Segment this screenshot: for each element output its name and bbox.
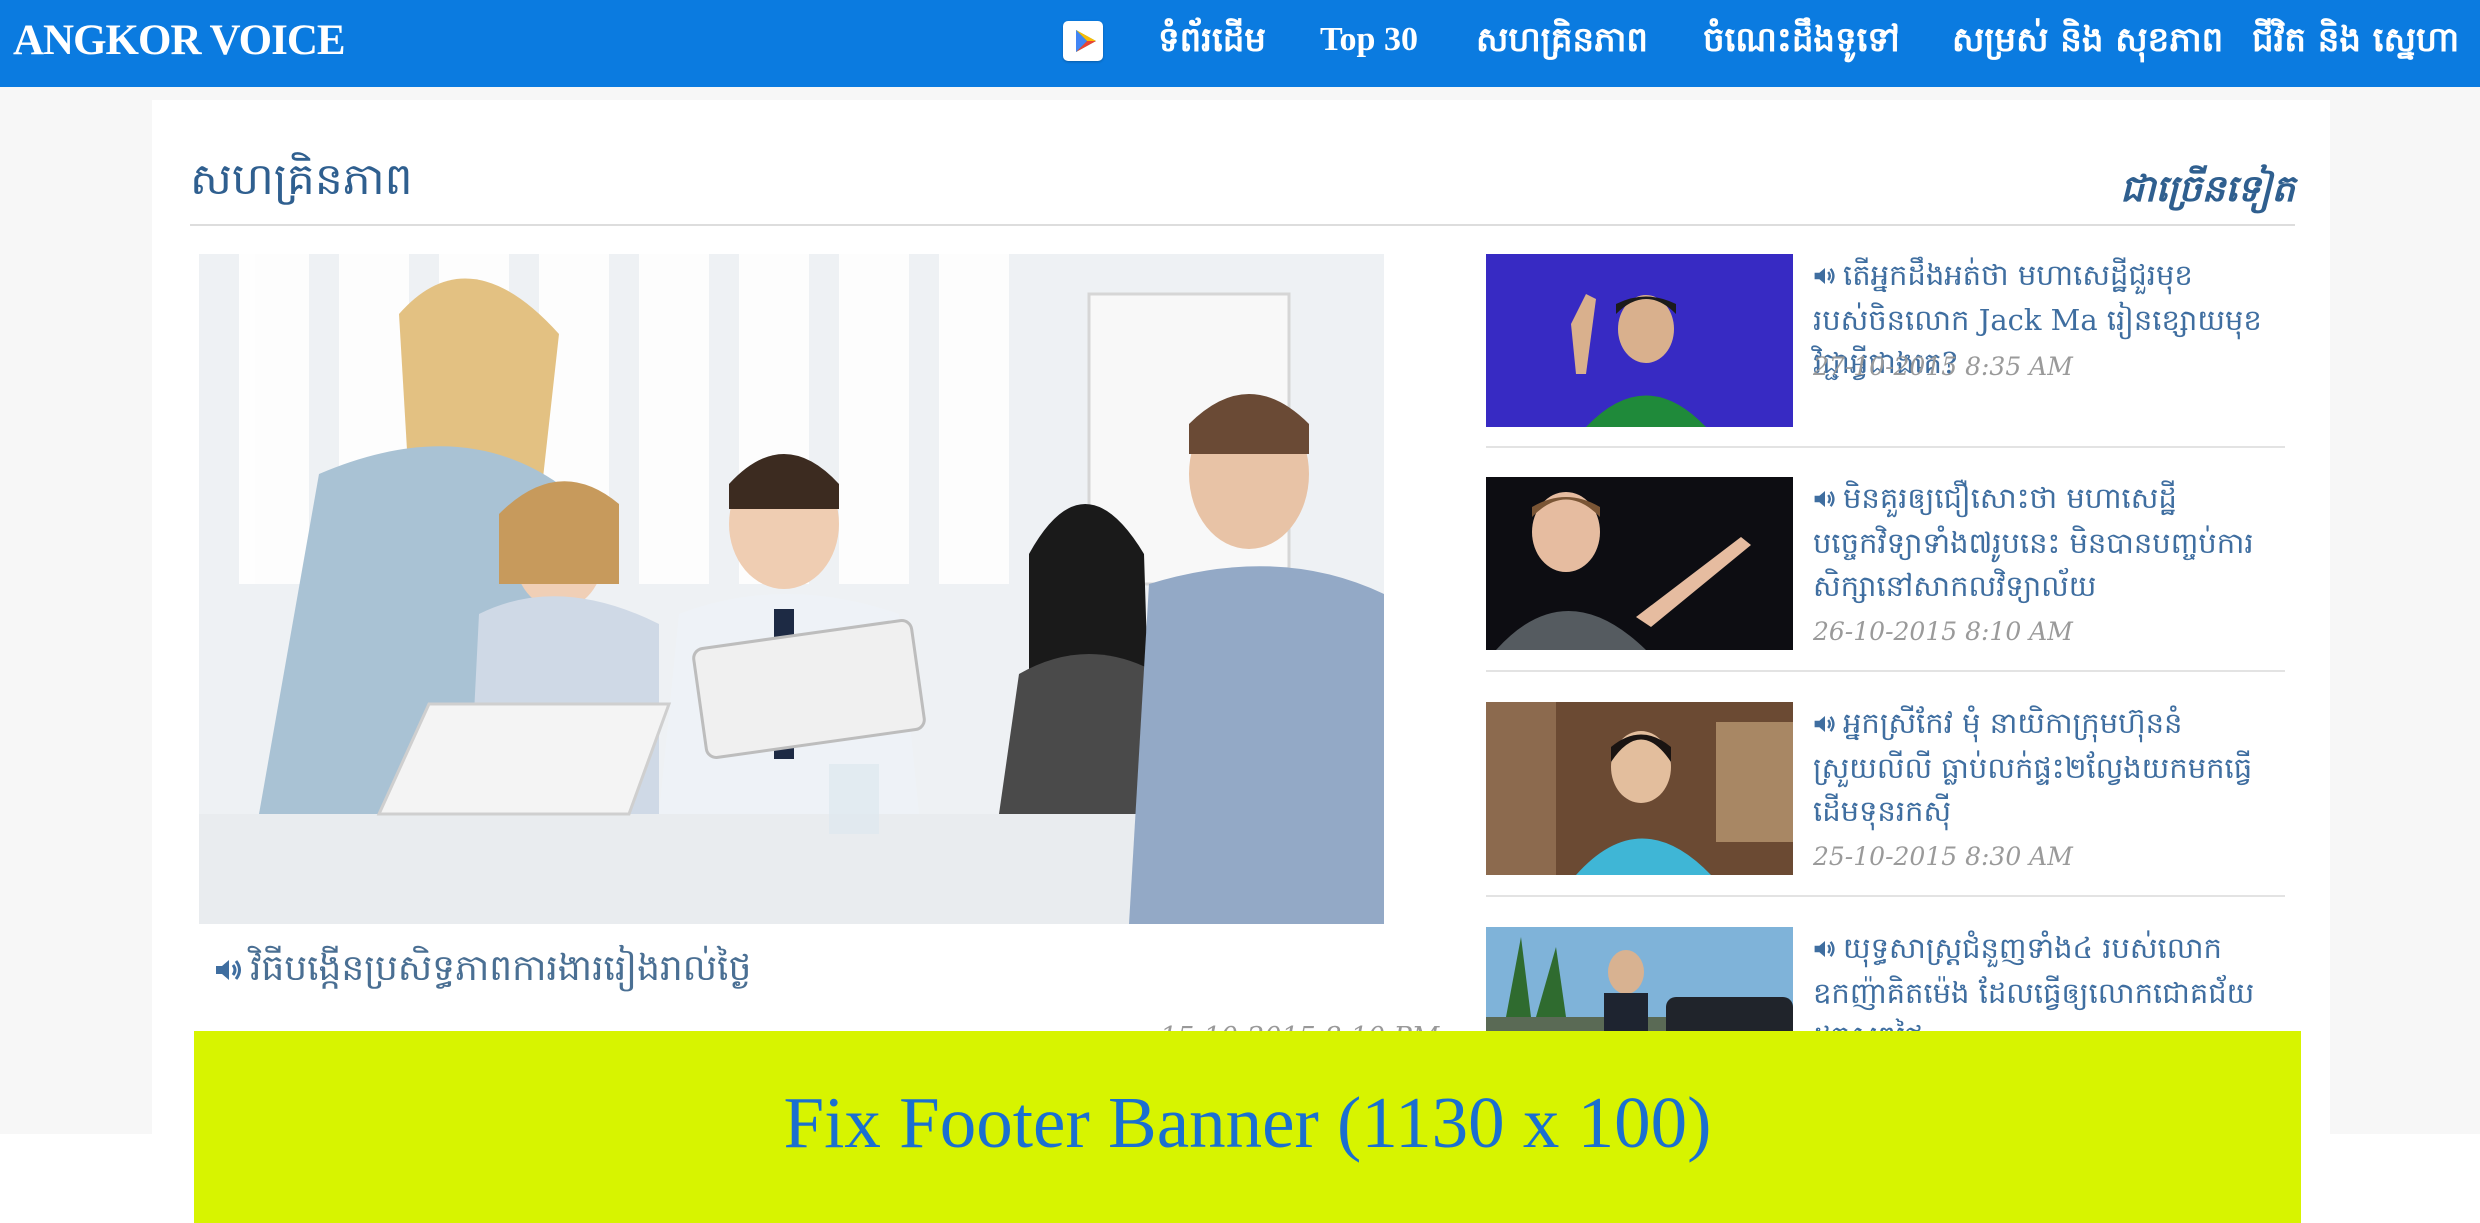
speaker-icon xyxy=(1813,479,1837,522)
speaker-icon xyxy=(1813,929,1837,972)
speaker-icon xyxy=(1813,704,1837,747)
footer-ad-banner[interactable]: Fix Footer Banner (1130 x 100) xyxy=(194,1031,2301,1223)
featured-article-title-text: វិធីបង្កើនប្រសិទ្ធភាពការងាររៀងរាល់ថ្ងៃ xyxy=(250,948,752,989)
nav-entrepreneurship[interactable]: សហគ្រិនភាព xyxy=(1476,0,1648,87)
section-title: សហគ្រិនភាព xyxy=(190,154,413,205)
news-divider xyxy=(1486,895,2285,897)
news-divider xyxy=(1486,670,2285,672)
news-headline: មិនគួរឲ្យជឿសោះថា មហាសេដ្ឋីបច្ចេកវិទ្យាទា… xyxy=(1813,481,2254,603)
featured-article-title[interactable]: វិធីបង្កើនប្រសិទ្ធភាពការងាររៀងរាល់ថ្ងៃ xyxy=(214,945,751,998)
news-item[interactable]: តើអ្នកដឹងអត់ថា មហាសេដ្ឋីជួរមុខរបស់ចិនលោក… xyxy=(1486,254,2285,454)
nav-top30[interactable]: Top 30 xyxy=(1320,0,1418,87)
news-item[interactable]: យុទ្ធសាស្ត្រជំនួញទាំង៤ របស់លោកឧកញ៉ាគិតម៉… xyxy=(1486,927,2285,1037)
news-date: 27-10-2015 8:35 AM xyxy=(1813,352,2073,381)
news-thumbnail[interactable] xyxy=(1486,927,1793,1037)
see-more-link[interactable]: ជាច្រើនទៀត xyxy=(2120,166,2295,220)
speaker-icon xyxy=(214,951,244,992)
site-logo[interactable]: ANGKOR VOICE xyxy=(13,0,346,87)
nav-home[interactable]: ទំព័រដើម xyxy=(1158,0,1266,87)
news-thumbnail[interactable] xyxy=(1486,702,1793,875)
news-thumbnail[interactable] xyxy=(1486,477,1793,650)
top-navbar: ANGKOR VOICE ទំព័រដើម Top 30 សហគ្រិនភាព … xyxy=(0,0,2480,87)
speaker-icon xyxy=(1813,256,1837,299)
news-thumbnail[interactable] xyxy=(1486,254,1793,427)
news-date: 25-10-2015 8:30 AM xyxy=(1813,842,2073,871)
news-divider xyxy=(1486,446,2285,448)
footer-banner-text: Fix Footer Banner (1130 x 100) xyxy=(783,1082,1712,1163)
news-item[interactable]: មិនគួរឲ្យជឿសោះថា មហាសេដ្ឋីបច្ចេកវិទ្យាទា… xyxy=(1486,477,2285,677)
nav-life-love[interactable]: ជីវិត និង ស្នេហា xyxy=(2252,0,2459,87)
news-date: 26-10-2015 8:10 AM xyxy=(1813,617,2073,646)
news-headline: យុទ្ធសាស្ត្រជំនួញទាំង៤ របស់លោកឧកញ៉ាគិតម៉… xyxy=(1813,931,2255,1037)
news-headline: អ្នកស្រីកែវ មុំ នាយិកាក្រុមហ៊ុននំស្រួយលី… xyxy=(1813,706,2253,828)
news-item[interactable]: អ្នកស្រីកែវ មុំ នាយិកាក្រុមហ៊ុននំស្រួយលី… xyxy=(1486,702,2285,902)
nav-beauty-health[interactable]: សម្រស់ និង សុខភាព xyxy=(1952,0,2223,87)
section-divider xyxy=(190,224,2295,226)
nav-general-knowledge[interactable]: ចំណេះដឹងទូទៅ xyxy=(1703,0,1900,87)
featured-article-image[interactable] xyxy=(199,254,1384,924)
google-play-icon[interactable] xyxy=(1063,21,1103,61)
